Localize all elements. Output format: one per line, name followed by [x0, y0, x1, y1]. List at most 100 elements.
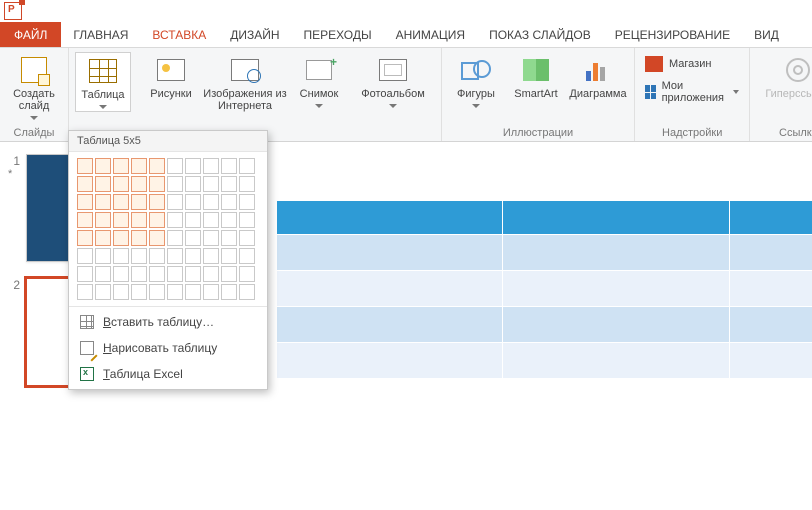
grid-cell[interactable] — [167, 230, 183, 246]
grid-cell[interactable] — [203, 248, 219, 264]
grid-cell[interactable] — [95, 248, 111, 264]
grid-cell[interactable] — [149, 266, 165, 282]
tab-view[interactable]: ВИД — [742, 22, 791, 47]
grid-cell[interactable] — [239, 230, 255, 246]
grid-cell[interactable] — [185, 212, 201, 228]
tab-transitions[interactable]: ПЕРЕХОДЫ — [292, 22, 384, 47]
grid-cell[interactable] — [221, 158, 237, 174]
grid-cell[interactable] — [131, 212, 147, 228]
table-size-grid[interactable] — [69, 152, 267, 306]
grid-cell[interactable] — [203, 158, 219, 174]
grid-cell[interactable] — [131, 158, 147, 174]
grid-cell[interactable] — [203, 194, 219, 210]
grid-cell[interactable] — [95, 212, 111, 228]
grid-cell[interactable] — [167, 176, 183, 192]
online-images-button[interactable]: Изображения из Интернета — [203, 52, 287, 114]
grid-cell[interactable] — [131, 176, 147, 192]
grid-cell[interactable] — [113, 230, 129, 246]
new-slide-button[interactable]: Создать слайд — [6, 52, 62, 122]
grid-cell[interactable] — [131, 194, 147, 210]
grid-cell[interactable] — [185, 176, 201, 192]
tab-home[interactable]: ГЛАВНАЯ — [61, 22, 140, 47]
chart-button[interactable]: Диаграмма — [568, 52, 628, 102]
grid-cell[interactable] — [203, 266, 219, 282]
insert-table-button[interactable]: Таблица — [75, 52, 131, 112]
grid-cell[interactable] — [95, 266, 111, 282]
grid-cell[interactable] — [239, 266, 255, 282]
grid-cell[interactable] — [95, 158, 111, 174]
grid-cell[interactable] — [77, 158, 93, 174]
grid-cell[interactable] — [131, 266, 147, 282]
my-apps-button[interactable]: Мои приложения — [641, 78, 743, 106]
grid-cell[interactable] — [95, 194, 111, 210]
grid-cell[interactable] — [239, 176, 255, 192]
tab-insert[interactable]: ВСТАВКА — [140, 22, 218, 47]
tab-review[interactable]: РЕЦЕНЗИРОВАНИЕ — [603, 22, 742, 47]
grid-cell[interactable] — [77, 194, 93, 210]
grid-cell[interactable] — [77, 212, 93, 228]
grid-cell[interactable] — [77, 248, 93, 264]
tab-design[interactable]: ДИЗАЙН — [218, 22, 291, 47]
tab-animation[interactable]: АНИМАЦИЯ — [384, 22, 477, 47]
grid-cell[interactable] — [149, 194, 165, 210]
grid-cell[interactable] — [203, 230, 219, 246]
grid-cell[interactable] — [185, 194, 201, 210]
grid-cell[interactable] — [167, 284, 183, 300]
grid-cell[interactable] — [131, 230, 147, 246]
grid-cell[interactable] — [113, 248, 129, 264]
grid-cell[interactable] — [239, 248, 255, 264]
slide-canvas[interactable] — [236, 144, 812, 510]
grid-cell[interactable] — [77, 266, 93, 282]
grid-cell[interactable] — [77, 176, 93, 192]
store-button[interactable]: Магазин — [641, 54, 743, 74]
excel-table-menu-item[interactable]: Таблица Excel — [69, 361, 267, 387]
shapes-button[interactable]: Фигуры — [448, 52, 504, 110]
photo-album-button[interactable]: Фотоальбом — [351, 52, 435, 110]
grid-cell[interactable] — [239, 158, 255, 174]
grid-cell[interactable] — [113, 212, 129, 228]
grid-cell[interactable] — [95, 230, 111, 246]
grid-cell[interactable] — [131, 284, 147, 300]
grid-cell[interactable] — [113, 176, 129, 192]
grid-cell[interactable] — [221, 194, 237, 210]
grid-cell[interactable] — [149, 176, 165, 192]
grid-cell[interactable] — [167, 194, 183, 210]
grid-cell[interactable] — [149, 284, 165, 300]
grid-cell[interactable] — [77, 284, 93, 300]
grid-cell[interactable] — [131, 248, 147, 264]
grid-cell[interactable] — [221, 230, 237, 246]
grid-cell[interactable] — [221, 176, 237, 192]
grid-cell[interactable] — [149, 230, 165, 246]
tab-file[interactable]: ФАЙЛ — [0, 22, 61, 47]
grid-cell[interactable] — [221, 248, 237, 264]
grid-cell[interactable] — [185, 284, 201, 300]
grid-cell[interactable] — [113, 194, 129, 210]
grid-cell[interactable] — [203, 212, 219, 228]
grid-cell[interactable] — [149, 158, 165, 174]
grid-cell[interactable] — [95, 176, 111, 192]
grid-cell[interactable] — [239, 284, 255, 300]
grid-cell[interactable] — [221, 266, 237, 282]
grid-cell[interactable] — [185, 248, 201, 264]
tab-slideshow[interactable]: ПОКАЗ СЛАЙДОВ — [477, 22, 603, 47]
grid-cell[interactable] — [185, 266, 201, 282]
grid-cell[interactable] — [113, 266, 129, 282]
grid-cell[interactable] — [167, 266, 183, 282]
insert-table-menu-item[interactable]: Вставить таблицу… — [69, 309, 267, 335]
grid-cell[interactable] — [113, 158, 129, 174]
grid-cell[interactable] — [185, 158, 201, 174]
grid-cell[interactable] — [95, 284, 111, 300]
grid-cell[interactable] — [149, 248, 165, 264]
pictures-button[interactable]: Рисунки — [143, 52, 199, 102]
grid-cell[interactable] — [185, 230, 201, 246]
grid-cell[interactable] — [167, 158, 183, 174]
screenshot-button[interactable]: Снимок — [291, 52, 347, 110]
grid-cell[interactable] — [167, 212, 183, 228]
grid-cell[interactable] — [203, 176, 219, 192]
grid-cell[interactable] — [167, 248, 183, 264]
grid-cell[interactable] — [113, 284, 129, 300]
grid-cell[interactable] — [221, 212, 237, 228]
grid-cell[interactable] — [149, 212, 165, 228]
grid-cell[interactable] — [239, 194, 255, 210]
grid-cell[interactable] — [221, 284, 237, 300]
